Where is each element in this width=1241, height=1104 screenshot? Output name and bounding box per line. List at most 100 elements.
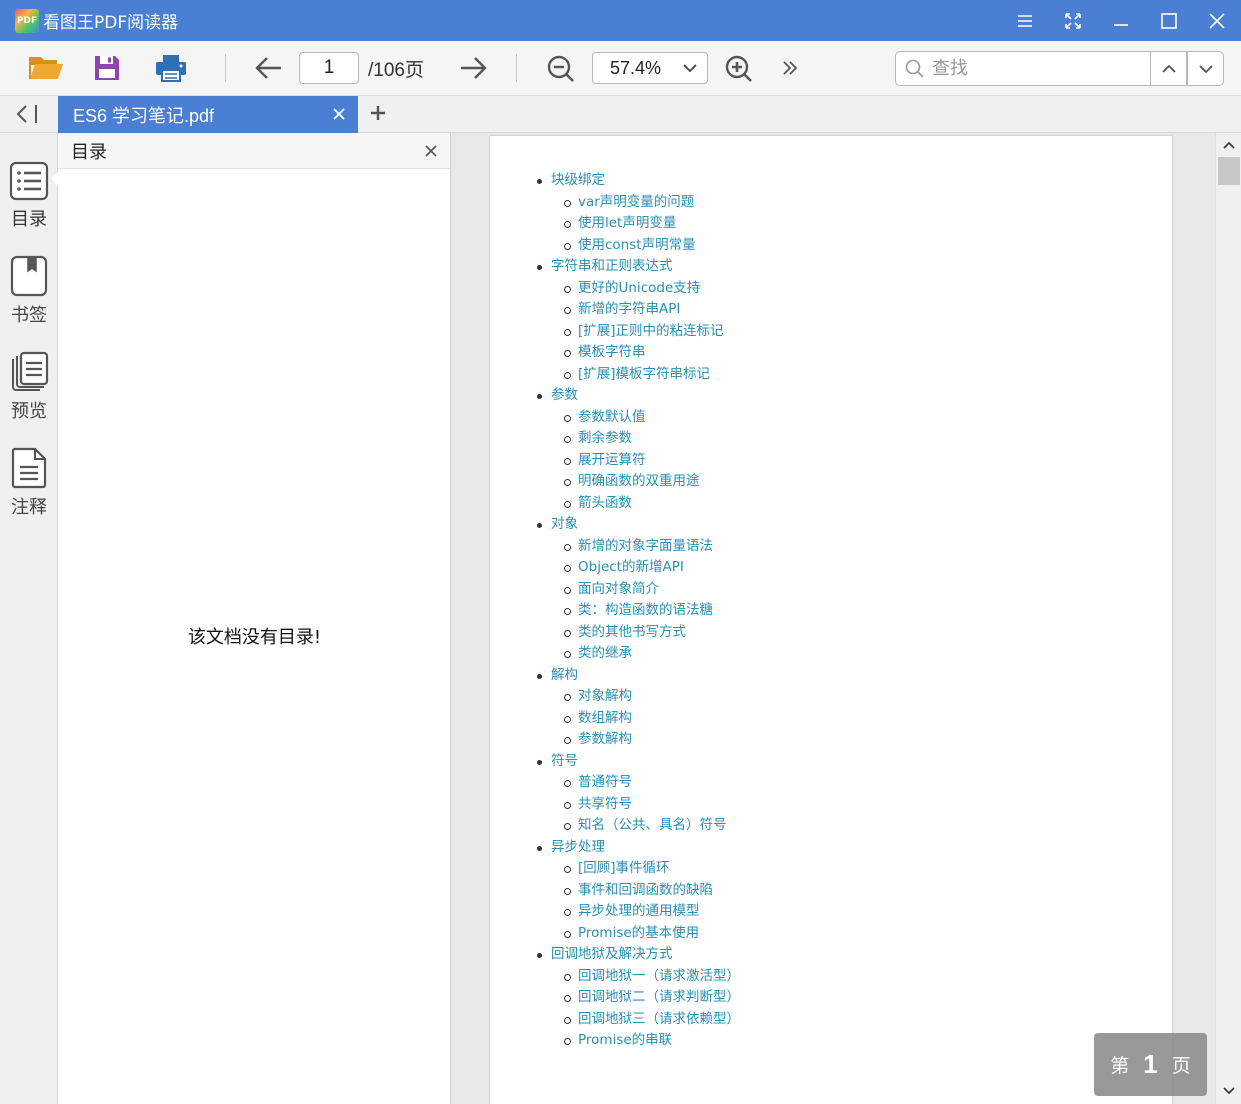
hamburger-menu-icon (1018, 14, 1032, 27)
save-disk-icon (95, 56, 119, 80)
print-button[interactable] (154, 52, 188, 84)
toc-link-chapter[interactable]: 块级绑定 (537, 170, 740, 192)
toc-link-section[interactable]: 知名（公共、具名）符号 (537, 815, 740, 837)
new-tab-button[interactable] (369, 104, 387, 126)
search-next-button[interactable] (1187, 51, 1224, 86)
fullscreen-button[interactable] (1049, 0, 1097, 41)
toc-link-section[interactable]: 更好的Unicode支持 (537, 278, 740, 300)
double-chevron-right-icon (783, 61, 798, 75)
toc-panel: 目录 该文档没有目录! (58, 133, 451, 1104)
sidebar-item-annotations[interactable]: 注释 (0, 447, 58, 519)
toc-link-section[interactable]: 共享符号 (537, 794, 740, 816)
toc-link-section[interactable]: 剩余参数 (537, 428, 740, 450)
toc-link-chapter[interactable]: 异步处理 (537, 837, 740, 859)
app-title: 看图王PDF阅读器 (43, 13, 179, 33)
maximize-icon (1161, 12, 1177, 29)
plus-icon (371, 106, 385, 120)
zoom-in-button[interactable] (723, 53, 755, 85)
more-tools-button[interactable] (779, 57, 801, 79)
toc-link-section[interactable]: 使用const声明常量 (537, 235, 740, 257)
toc-link-section[interactable]: Promise的串联 (537, 1030, 740, 1052)
next-page-button[interactable] (457, 54, 489, 82)
toc-link-section[interactable]: 面向对象简介 (537, 579, 740, 601)
toc-link-section[interactable]: [回顾]事件循环 (537, 858, 740, 880)
tab-bar: ES6 学习笔记.pdf (0, 96, 1241, 133)
scroll-down-icon[interactable] (1223, 1085, 1235, 1095)
tab-es6-notes[interactable]: ES6 学习笔记.pdf (58, 96, 358, 133)
scroll-up-icon[interactable] (1223, 141, 1235, 151)
toc-link-section[interactable]: 类：构造函数的语法糖 (537, 600, 740, 622)
toc-link-section[interactable]: 参数解构 (537, 729, 740, 751)
toc-link-section[interactable]: 回调地狱三（请求依赖型） (537, 1009, 740, 1031)
close-panel-icon[interactable] (424, 144, 438, 158)
toc-link-chapter[interactable]: 符号 (537, 751, 740, 773)
scrollbar-thumb[interactable] (1218, 157, 1240, 185)
annotation-icon (11, 447, 47, 489)
toc-link-section[interactable]: 明确函数的双重用途 (537, 471, 740, 493)
toc-link-section[interactable]: var声明变量的问题 (537, 192, 740, 214)
toc-link-section[interactable]: 模板字符串 (537, 342, 740, 364)
sidebar-item-toc[interactable]: 目录 (0, 161, 58, 231)
page-indicator-number: 1 (1143, 1049, 1158, 1079)
toc-link-section[interactable]: Object的新增API (537, 557, 740, 579)
toc-link-section[interactable]: 参数默认值 (537, 407, 740, 429)
collapse-left-icon (16, 105, 37, 123)
toc-link-section[interactable]: 普通符号 (537, 772, 740, 794)
search-input[interactable] (932, 58, 1142, 79)
zoom-out-button[interactable] (545, 53, 577, 85)
toc-link-chapter[interactable]: 字符串和正则表达式 (537, 256, 740, 278)
toc-link-section[interactable]: 新增的对象字面量语法 (537, 536, 740, 558)
toc-link-section[interactable]: [扩展]正则中的粘连标记 (537, 321, 740, 343)
toc-link-chapter[interactable]: 解构 (537, 665, 740, 687)
previous-page-button[interactable] (253, 54, 285, 82)
pdf-page: 块级绑定 var声明变量的问题 使用let声明变量 使用const声明常量 字符串和正则… (489, 135, 1173, 1104)
zoom-level-select[interactable]: 57.4% (592, 52, 708, 84)
toc-link-section[interactable]: 回调地狱二（请求判断型） (537, 987, 740, 1009)
panel-pointer (51, 171, 59, 187)
vertical-scrollbar[interactable] (1215, 133, 1241, 1104)
toolbar: /106页 57.4% (0, 41, 1241, 96)
search-previous-button[interactable] (1150, 51, 1187, 86)
toc-link-section[interactable]: 事件和回调函数的缺陷 (537, 880, 740, 902)
toc-link-section[interactable]: 使用let声明变量 (537, 213, 740, 235)
toc-link-chapter[interactable]: 对象 (537, 514, 740, 536)
document-toc-list: 块级绑定 var声明变量的问题 使用let声明变量 使用const声明常量 字符串和正则… (537, 170, 740, 1052)
title-bar: PDF 看图王PDF阅读器 (0, 0, 1241, 41)
menu-button[interactable] (1001, 0, 1049, 41)
open-file-button[interactable] (28, 52, 64, 84)
preview-icon (12, 351, 49, 391)
save-button[interactable] (92, 52, 122, 84)
sidebar-item-bookmarks[interactable]: 书签 (0, 255, 58, 327)
toc-panel-header: 目录 (58, 133, 450, 169)
toc-link-section[interactable]: Promise的基本使用 (537, 923, 740, 945)
sidebar-item-label: 注释 (11, 497, 47, 518)
toc-link-section[interactable]: 类的继承 (537, 643, 740, 665)
toc-link-section[interactable]: 新增的字符串API (537, 299, 740, 321)
chevron-up-icon (1161, 64, 1176, 73)
folder-open-icon (29, 57, 63, 79)
minimize-button[interactable] (1097, 0, 1145, 41)
toc-link-section[interactable]: 对象解构 (537, 686, 740, 708)
toc-empty-message: 该文档没有目录! (187, 627, 322, 648)
toc-link-section[interactable]: 展开运算符 (537, 450, 740, 472)
toc-link-chapter[interactable]: 参数 (537, 385, 740, 407)
toc-link-chapter[interactable]: 回调地狱及解决方式 (537, 944, 740, 966)
close-tab-icon[interactable] (332, 107, 346, 121)
sidebar-item-label: 目录 (11, 209, 47, 230)
toc-link-section[interactable]: 回调地狱一（请求激活型） (537, 966, 740, 988)
collapse-panel-button[interactable] (12, 104, 42, 128)
toc-link-section[interactable]: 数组解构 (537, 708, 740, 730)
page-number-input[interactable] (299, 52, 359, 84)
close-window-button[interactable] (1193, 0, 1241, 41)
page-indicator-prefix: 第 (1110, 1055, 1130, 1077)
toc-link-section[interactable]: 类的其他书写方式 (537, 622, 740, 644)
sidebar-item-preview[interactable]: 预览 (0, 351, 58, 423)
maximize-button[interactable] (1145, 0, 1193, 41)
toc-link-section[interactable]: [扩展]模板字符串标记 (537, 364, 740, 386)
zoom-in-icon (725, 55, 752, 82)
document-viewer[interactable]: 块级绑定 var声明变量的问题 使用let声明变量 使用const声明常量 字符串和正则… (451, 133, 1241, 1104)
search-box (895, 51, 1151, 86)
toc-link-section[interactable]: 箭头函数 (537, 493, 740, 515)
search-icon (905, 59, 924, 78)
toc-link-section[interactable]: 异步处理的通用模型 (537, 901, 740, 923)
